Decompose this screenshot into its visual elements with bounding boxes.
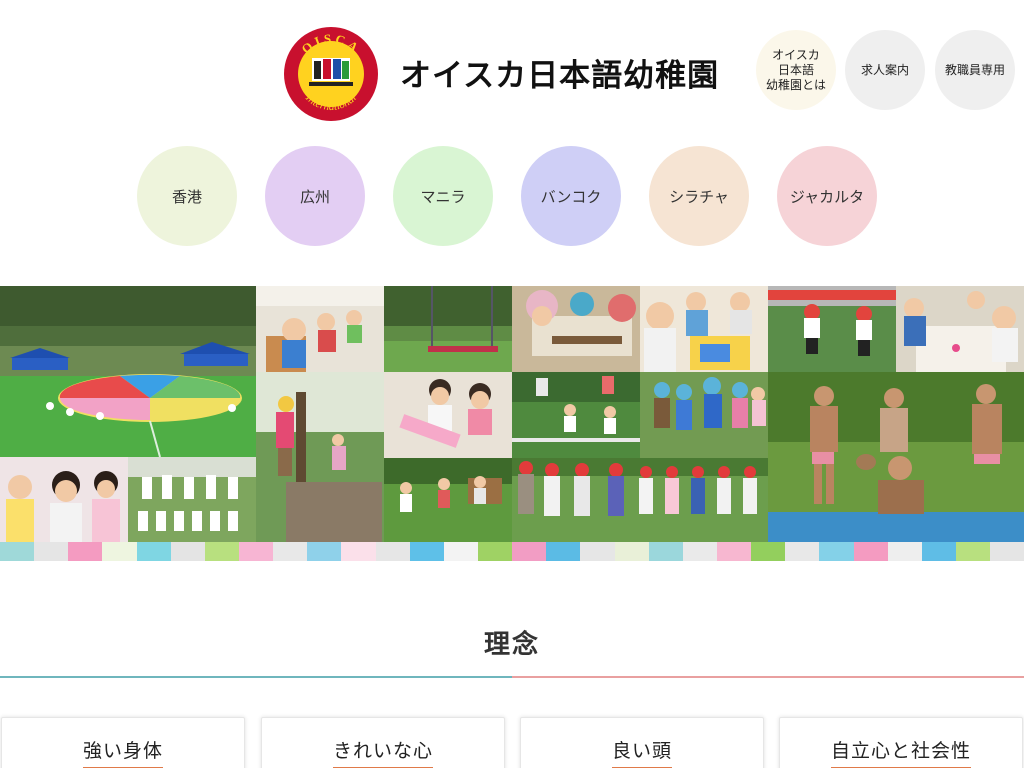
- site-title[interactable]: オイスカ日本語幼稚園: [400, 50, 719, 95]
- photo-collage: [0, 286, 1024, 542]
- photo-red-hats-line: [512, 458, 768, 542]
- card-title: 強い身体: [82, 736, 163, 768]
- photo-group-hats: [640, 372, 768, 458]
- photo-sports-day-flags: [512, 372, 640, 458]
- recruitment-link[interactable]: 求人案内: [845, 30, 925, 110]
- photo-forest-walk: [256, 372, 384, 542]
- branch-bangkok[interactable]: バンコク: [521, 146, 621, 246]
- philosophy-card-independence[interactable]: 自立心と社会性: [779, 717, 1023, 768]
- philosophy-card-strong-body[interactable]: 強い身体: [1, 717, 245, 768]
- philosophy-heading: 理念: [483, 630, 540, 660]
- card-title: 良い頭: [611, 736, 672, 768]
- branch-jakarta[interactable]: ジャカルタ: [777, 146, 877, 246]
- branch-manila[interactable]: マニラ: [393, 146, 493, 246]
- branch-guangzhou[interactable]: 広州: [265, 146, 365, 246]
- photo-gymnastics-group: [128, 457, 256, 542]
- photo-keyboard-music: [384, 372, 512, 458]
- photo-costume-girls: [0, 457, 128, 542]
- philosophy-card-good-mind[interactable]: 良い頭: [520, 717, 764, 768]
- philosophy-card-clean-heart[interactable]: きれいな心: [261, 717, 505, 768]
- photo-painting: [640, 286, 768, 372]
- card-title: 自立心と社会性: [830, 736, 971, 768]
- branch-sriracha[interactable]: シラチャ: [649, 146, 749, 246]
- photo-desk-work: [896, 286, 1024, 372]
- photo-running-race: [768, 286, 896, 372]
- photo-mud-play: [768, 372, 1024, 542]
- card-title: きれいな心: [332, 736, 433, 768]
- about-link[interactable]: オイスカ 日本語 幼稚園とは: [756, 30, 836, 110]
- divider-right: [512, 676, 1024, 678]
- photo-parachute-play: [0, 286, 256, 457]
- photo-craft-activity: [512, 286, 640, 372]
- branch-hongkong[interactable]: 香港: [137, 146, 237, 246]
- photo-lawn-running: [384, 458, 512, 542]
- staff-only-link[interactable]: 教職員専用: [935, 30, 1015, 110]
- decorative-tape-strip: [0, 542, 1024, 561]
- photo-classroom-kids: [256, 286, 384, 372]
- oisca-logo[interactable]: OISCA International: [283, 26, 379, 122]
- photo-swing: [384, 286, 512, 372]
- divider-left: [0, 676, 512, 678]
